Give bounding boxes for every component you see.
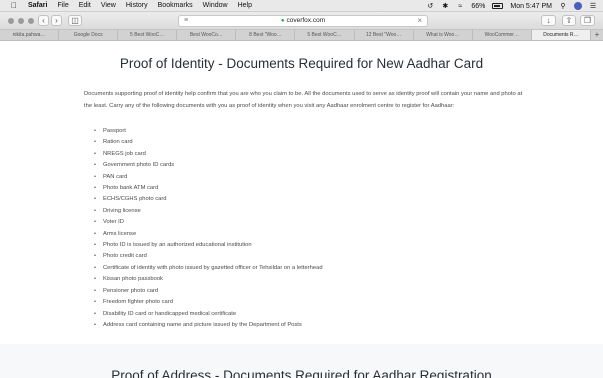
zoom-window-button[interactable]	[28, 18, 34, 24]
tab-5-best-wooc-1[interactable]: 5 Best WooC…	[118, 30, 178, 40]
list-item: Disability ID card or handicapped medica…	[94, 309, 323, 320]
menu-file[interactable]: File	[57, 2, 68, 9]
lock-icon: ●	[280, 18, 285, 24]
article-card: Proof of Identity - Documents Required f…	[0, 42, 603, 344]
menu-view[interactable]: View	[101, 2, 116, 9]
next-section-heading: Proof of Address - Documents Required fo…	[111, 368, 492, 378]
macos-menu-bar:  Safari File Edit View History Bookmark…	[0, 0, 603, 12]
list-item: Freedom fighter photo card	[94, 297, 323, 308]
menu-bookmarks[interactable]: Bookmarks	[158, 2, 193, 9]
menu-clock[interactable]: Mon 5:47 PM	[510, 3, 552, 10]
new-tab-button[interactable]: +	[591, 30, 603, 40]
list-item: Voter ID	[94, 217, 323, 228]
back-button[interactable]: ‹	[38, 15, 49, 26]
share-icon: ⇧	[565, 16, 573, 25]
close-window-button[interactable]	[8, 18, 14, 24]
tabs-icon: ❐	[583, 16, 592, 25]
time-machine-icon[interactable]: ↺	[426, 3, 434, 10]
tab-12-best-woo[interactable]: 12 Best "Woo…	[355, 30, 414, 40]
sidebar-toggle-button[interactable]: ◫	[68, 15, 82, 26]
menu-help[interactable]: Help	[238, 2, 252, 9]
tab-8-best-woo[interactable]: 8 Best "Woo…	[236, 30, 296, 40]
url-text: coverfox.com	[286, 17, 326, 24]
tab-best-wooco[interactable]: Best WooCo…	[177, 30, 237, 40]
tab-documents-active[interactable]: Documents R…	[531, 30, 591, 40]
list-item: Kissan photo passbook	[94, 274, 323, 285]
window-controls	[8, 18, 34, 24]
bluetooth-icon[interactable]: ✱	[441, 3, 449, 10]
menu-history[interactable]: History	[126, 2, 148, 9]
forward-button[interactable]: ›	[51, 15, 62, 26]
list-item: Government photo ID cards	[94, 160, 323, 171]
sidebar-icon: ◫	[71, 16, 79, 25]
plus-icon: +	[594, 30, 600, 39]
list-item: Driving license	[94, 206, 323, 217]
battery-percent[interactable]: 66%	[471, 3, 485, 10]
list-item: ECHS/CGHS photo card	[94, 194, 323, 205]
tab-woocommer[interactable]: WooCommer…	[473, 30, 532, 40]
page-title: Proof of Identity - Documents Required f…	[119, 56, 484, 71]
tab-nikita[interactable]: nikita.pahwa…	[0, 30, 60, 40]
minimize-window-button[interactable]	[18, 18, 24, 24]
notification-center-icon[interactable]: ☰	[589, 3, 597, 10]
spotlight-search-icon[interactable]: ⚲	[559, 3, 567, 10]
chevron-left-icon: ‹	[42, 16, 45, 25]
identity-documents-list: Passport Ration card NREGS job card Gove…	[94, 126, 323, 331]
tab-google-docs[interactable]: Google Docs	[59, 30, 119, 40]
intro-paragraph: Documents supporting proof of identity h…	[84, 91, 523, 109]
menu-extras: ↺ ✱ ≈ 66% Mon 5:47 PM ⚲ ☰	[426, 0, 597, 12]
list-item: PAN card	[94, 172, 323, 183]
tab-what-is-woo[interactable]: What is Woo…	[414, 30, 473, 40]
list-item: Pensioner photo card	[94, 286, 323, 297]
reader-list-icon[interactable]: ≡	[184, 16, 188, 26]
tab-bar: nikita.pahwa… Google Docs 5 Best WooC… B…	[0, 30, 603, 41]
list-item: Certificate of identity with photo issue…	[94, 263, 323, 274]
address-bar[interactable]: ≡ ● coverfox.com ×	[178, 15, 428, 27]
menu-app-name[interactable]: Safari	[28, 2, 47, 9]
download-icon: ↓	[546, 16, 551, 25]
apple-menu-icon[interactable]: 	[8, 1, 20, 10]
battery-icon[interactable]	[492, 3, 504, 9]
share-button[interactable]: ⇧	[562, 15, 576, 26]
clear-url-icon[interactable]: ×	[417, 16, 422, 26]
chevron-right-icon: ›	[55, 16, 58, 25]
list-item: Passport	[94, 126, 323, 137]
tab-overview-button[interactable]: ❐	[580, 15, 595, 26]
list-item: Photo ID is issued by an authorized educ…	[94, 240, 323, 251]
list-item: Photo credit card	[94, 251, 323, 262]
list-item: Arms license	[94, 229, 323, 240]
list-item: Photo bank ATM card	[94, 183, 323, 194]
menu-edit[interactable]: Edit	[79, 2, 91, 9]
list-item: Address card containing name and picture…	[94, 320, 323, 331]
page-content: Proof of Identity - Documents Required f…	[0, 42, 603, 378]
siri-icon[interactable]	[574, 2, 582, 10]
list-item: Ration card	[94, 137, 323, 148]
list-item: NREGS job card	[94, 149, 323, 160]
wifi-icon[interactable]: ≈	[456, 3, 464, 10]
menu-window[interactable]: Window	[203, 2, 228, 9]
browser-toolbar: ‹ › ◫ ≡ ● coverfox.com × ↓ ⇧ ❐	[0, 12, 603, 30]
downloads-button[interactable]: ↓	[541, 15, 556, 26]
tab-5-best-wooc-2[interactable]: 5 Best WooC…	[295, 30, 355, 40]
